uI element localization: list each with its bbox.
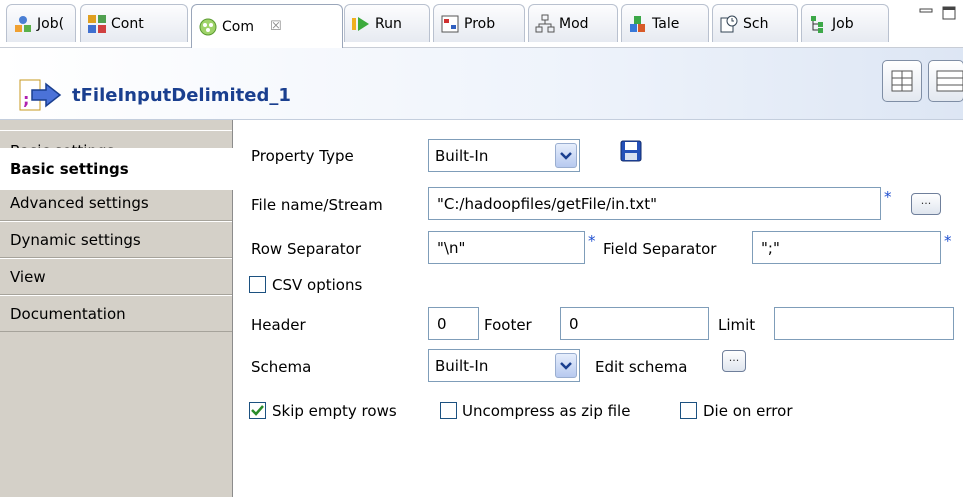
file-name-value: "C:/hadoopfiles/getFile/in.txt" — [437, 194, 658, 213]
schema-select[interactable]: Built-In — [428, 349, 580, 382]
tab-component[interactable]: Com ☒ — [191, 4, 343, 48]
component-icon — [199, 18, 217, 35]
problems-icon — [441, 15, 459, 32]
footer-value: 0 — [569, 314, 579, 333]
maximize-icon[interactable] — [941, 6, 957, 20]
required-marker: * — [884, 188, 892, 206]
tab-problems[interactable]: Prob — [433, 4, 525, 42]
tab-run[interactable]: Run — [344, 4, 430, 42]
tab-label: Job — [832, 15, 854, 32]
tab-label: Job( — [37, 15, 65, 32]
field-separator-input[interactable]: ";" — [752, 231, 941, 264]
minimize-icon[interactable] — [918, 6, 934, 20]
tab-label: Mod — [559, 15, 589, 32]
tab-contexts[interactable]: Cont — [80, 4, 188, 42]
rows-layout-icon — [936, 70, 963, 92]
component-header: ; tFileInputDelimited_1 — [0, 48, 963, 120]
sidebar-item-label: Basic settings — [10, 160, 129, 178]
required-marker: * — [944, 232, 952, 250]
field-separator-value: ";" — [761, 238, 780, 257]
skip-empty-rows-checkbox[interactable] — [249, 402, 266, 419]
sidebar-item-label: View — [10, 267, 46, 286]
sidebar-item-basic-settings-active[interactable]: Basic settings — [0, 148, 234, 190]
chevron-down-icon — [555, 353, 577, 378]
edit-schema-button[interactable]: ... — [722, 350, 746, 372]
csv-options-label: CSV options — [272, 276, 363, 294]
csv-options-checkbox[interactable] — [249, 276, 266, 293]
tab-modules[interactable]: Mod — [528, 4, 618, 42]
header-input[interactable]: 0 — [428, 307, 479, 340]
sidebar-item-label: Dynamic settings — [10, 230, 141, 249]
die-on-error-label: Die on error — [703, 402, 793, 420]
tab-label: Prob — [464, 15, 496, 32]
field-separator-label: Field Separator — [603, 240, 717, 258]
required-marker: * — [588, 232, 596, 250]
job-icon — [15, 15, 31, 32]
edit-schema-label: Edit schema — [595, 358, 688, 376]
row-separator-value: "\n" — [437, 238, 466, 257]
layout-toggle-button[interactable] — [882, 60, 922, 102]
die-on-error-checkbox[interactable] — [680, 402, 697, 419]
row-separator-label: Row Separator — [251, 240, 362, 258]
sidebar-item-dynamic-settings[interactable]: Dynamic settings — [0, 221, 232, 258]
property-type-label: Property Type — [251, 147, 354, 165]
uncompress-zip-checkbox[interactable] — [440, 402, 457, 419]
tab-label: Com — [222, 18, 254, 35]
component-title: tFileInputDelimited_1 — [72, 85, 291, 106]
talend-icon — [630, 15, 645, 32]
property-type-select[interactable]: Built-In — [428, 139, 580, 172]
job-hierarchy-icon — [811, 15, 823, 33]
run-icon — [352, 16, 369, 31]
limit-input[interactable] — [774, 307, 954, 340]
row-separator-input[interactable]: "\n" — [428, 231, 585, 264]
tab-label: Sch — [743, 15, 769, 32]
save-icon[interactable] — [619, 139, 643, 163]
browse-file-button[interactable]: ... — [911, 193, 941, 215]
schema-value: Built-In — [435, 356, 489, 375]
skip-empty-rows-label: Skip empty rows — [272, 402, 397, 420]
tab-job-hierarchy[interactable]: Job — [801, 4, 889, 42]
schema-label: Schema — [251, 358, 312, 376]
tab-label: Cont — [111, 15, 144, 32]
tab-label: Run — [375, 15, 402, 32]
tab-talend[interactable]: Tale — [621, 4, 709, 42]
contexts-icon — [88, 14, 106, 33]
tab-scheduler[interactable]: Sch — [712, 4, 798, 42]
view-tab-bar: Job( Cont Com ☒ Run Prob Mod Tale Sch Jo… — [0, 0, 963, 48]
file-input-delimited-icon: ; — [19, 79, 62, 111]
modules-icon — [535, 14, 555, 32]
scheduler-icon — [720, 15, 738, 32]
chevron-down-icon — [555, 143, 577, 168]
file-name-input[interactable]: "C:/hadoopfiles/getFile/in.txt" — [428, 187, 881, 220]
file-name-label: File name/Stream — [251, 196, 383, 214]
checkmark-icon — [251, 405, 264, 416]
uncompress-zip-label: Uncompress as zip file — [462, 402, 631, 420]
header-value: 0 — [437, 314, 447, 333]
header-label: Header — [251, 316, 306, 334]
grid-layout-icon — [891, 70, 913, 92]
svg-text:;: ; — [23, 90, 29, 109]
sidebar-item-label: Documentation — [10, 304, 126, 323]
tab-job[interactable]: Job( — [6, 4, 76, 42]
footer-label: Footer — [484, 316, 532, 334]
close-icon[interactable]: ☒ — [270, 19, 282, 34]
footer-input[interactable]: 0 — [560, 307, 709, 340]
sidebar-item-view[interactable]: View — [0, 258, 232, 295]
sidebar-item-documentation[interactable]: Documentation — [0, 295, 232, 332]
limit-label: Limit — [718, 316, 756, 334]
property-type-value: Built-In — [435, 146, 489, 165]
sidebar-item-label: Advanced settings — [10, 193, 149, 212]
tab-label: Tale — [652, 15, 680, 32]
layout-rows-button[interactable] — [928, 60, 963, 102]
